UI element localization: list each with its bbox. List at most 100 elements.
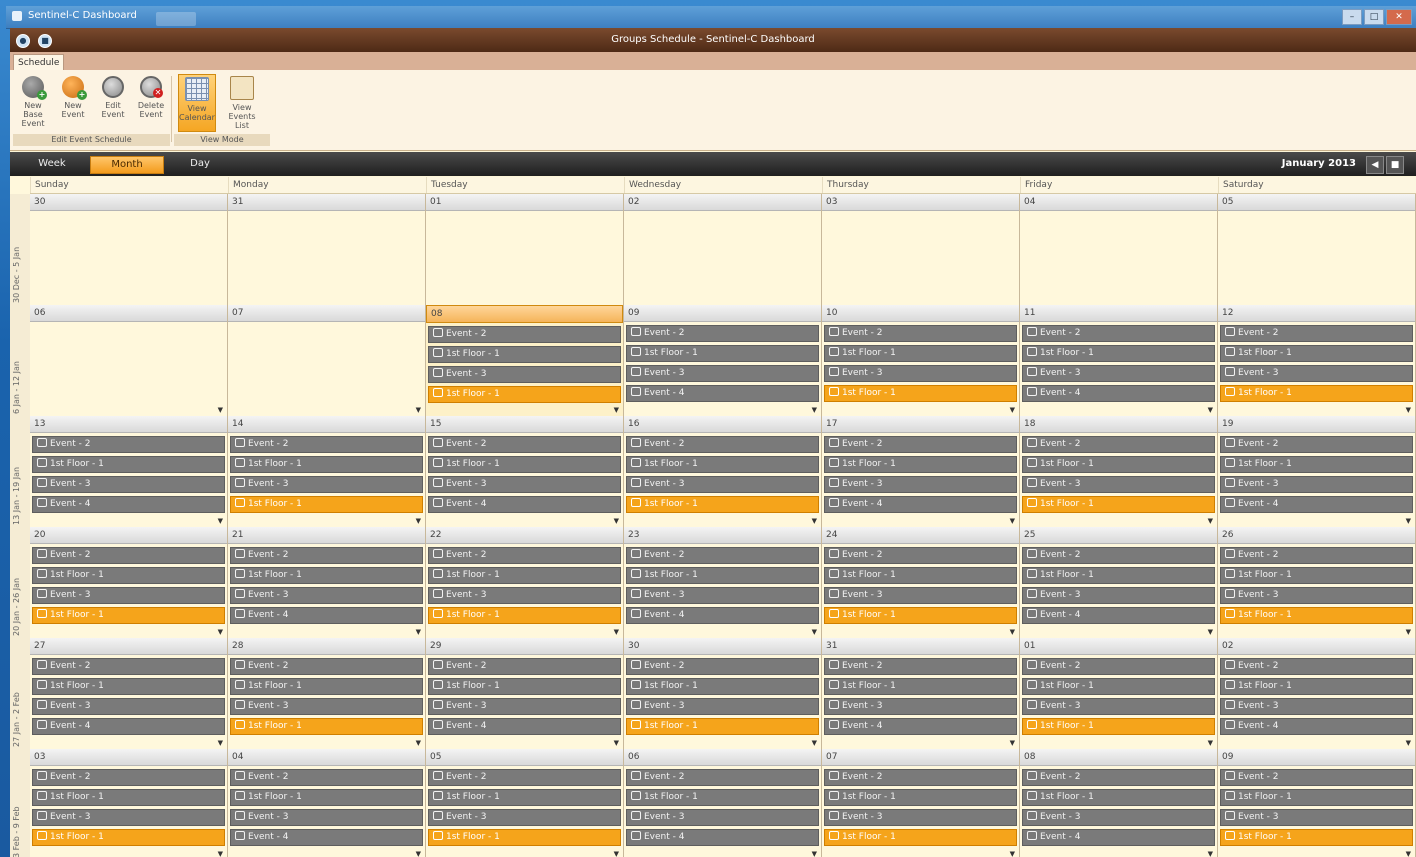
more-events-chevron-down-icon[interactable]: ▼ [1406,850,1411,857]
day-date-header[interactable]: 20 [30,527,227,544]
day-cell[interactable]: 03 [822,194,1020,305]
day-date-header[interactable]: 23 [624,527,821,544]
event-item[interactable]: 1st Floor - 1 [626,718,819,735]
chevron-left-icon[interactable]: ◀ [1366,156,1384,174]
more-events-chevron-down-icon[interactable]: ▼ [1406,628,1411,636]
day-date-header[interactable]: 24 [822,527,1019,544]
event-item[interactable]: 1st Floor - 1 [626,678,819,695]
event-item[interactable]: Event - 2 [1022,658,1215,675]
event-item[interactable]: Event - 2 [824,658,1017,675]
calendar-picker-icon[interactable]: ■ [1386,156,1404,174]
day-cell[interactable]: 30 Event - 2 1st Floor - 1 Event - 3 1st Flo… [624,638,822,749]
event-item[interactable]: Event - 3 [1022,698,1215,715]
more-events-chevron-down-icon[interactable]: ▼ [812,517,817,525]
event-item[interactable]: Event - 3 [428,476,621,493]
more-events-chevron-down-icon[interactable]: ▼ [1010,406,1015,414]
tab-month[interactable]: Month [90,156,164,174]
event-item[interactable]: Event - 2 [32,658,225,675]
event-item[interactable]: 1st Floor - 1 [1220,567,1413,584]
event-item[interactable]: Event - 2 [230,658,423,675]
day-date-header[interactable]: 21 [228,527,425,544]
day-date-header[interactable]: 13 [30,416,227,433]
event-item[interactable]: Event - 2 [230,769,423,786]
event-item[interactable]: 1st Floor - 1 [1022,456,1215,473]
day-cell[interactable]: 28 Event - 2 1st Floor - 1 Event - 3 1st Flo… [228,638,426,749]
day-date-header[interactable]: 02 [624,194,821,211]
more-events-chevron-down-icon[interactable]: ▼ [614,850,619,857]
event-item[interactable]: 1st Floor - 1 [32,829,225,846]
event-item[interactable]: 1st Floor - 1 [1022,496,1215,513]
day-cell[interactable]: 04 Event - 2 1st Floor - 1 Event - 3 Event -… [228,749,426,857]
event-item[interactable]: 1st Floor - 1 [428,346,621,363]
event-item[interactable]: 1st Floor - 1 [230,496,423,513]
day-cell[interactable]: 13 Event - 2 1st Floor - 1 Event - 3 Event -… [30,416,228,527]
more-events-chevron-down-icon[interactable]: ▼ [416,850,421,857]
day-date-header[interactable]: 05 [1218,194,1415,211]
day-cell[interactable]: 18 Event - 2 1st Floor - 1 Event - 3 1st Flo… [1020,416,1218,527]
new-event-button[interactable]: + New Event [55,74,91,130]
event-item[interactable]: 1st Floor - 1 [428,456,621,473]
event-item[interactable]: Event - 3 [1022,587,1215,604]
day-date-header[interactable]: 01 [426,194,623,211]
day-date-header[interactable]: 17 [822,416,1019,433]
event-item[interactable]: Event - 3 [626,809,819,826]
day-cell[interactable]: 08 Event - 2 1st Floor - 1 Event - 3 1st Flo… [426,305,624,416]
event-item[interactable]: 1st Floor - 1 [230,678,423,695]
day-cell[interactable]: 19 Event - 2 1st Floor - 1 Event - 3 Event -… [1218,416,1416,527]
event-item[interactable]: Event - 3 [428,366,621,383]
maximize-icon[interactable]: □ [1364,9,1384,25]
day-date-header[interactable]: 29 [426,638,623,655]
event-item[interactable]: Event - 3 [1022,809,1215,826]
more-events-chevron-down-icon[interactable]: ▼ [1010,850,1015,857]
event-item[interactable]: Event - 4 [626,385,819,402]
day-cell[interactable]: 31 [228,194,426,305]
event-item[interactable]: 1st Floor - 1 [1220,607,1413,624]
event-item[interactable]: Event - 4 [230,607,423,624]
event-item[interactable]: 1st Floor - 1 [824,829,1017,846]
tab-week[interactable]: Week [16,156,88,172]
day-date-header[interactable]: 05 [426,749,623,766]
day-cell[interactable]: 24 Event - 2 1st Floor - 1 Event - 3 1st Flo… [822,527,1020,638]
event-item[interactable]: Event - 2 [626,325,819,342]
event-item[interactable]: Event - 3 [824,365,1017,382]
event-item[interactable]: Event - 2 [230,436,423,453]
minimize-icon[interactable]: – [1342,9,1362,25]
more-events-chevron-down-icon[interactable]: ▼ [1010,739,1015,747]
event-item[interactable]: 1st Floor - 1 [1022,789,1215,806]
day-cell[interactable]: 07 Event - 2 1st Floor - 1 Event - 3 1st Flo… [822,749,1020,857]
event-item[interactable]: Event - 2 [1220,436,1413,453]
day-date-header[interactable]: 14 [228,416,425,433]
more-events-chevron-down-icon[interactable]: ▼ [1208,739,1213,747]
event-item[interactable]: Event - 2 [1220,658,1413,675]
event-item[interactable]: 1st Floor - 1 [428,607,621,624]
event-item[interactable]: Event - 4 [32,718,225,735]
day-date-header[interactable]: 30 [624,638,821,655]
day-cell[interactable]: 20 Event - 2 1st Floor - 1 Event - 3 1st Flo… [30,527,228,638]
day-date-header[interactable]: 15 [426,416,623,433]
event-item[interactable]: Event - 3 [626,365,819,382]
event-item[interactable]: Event - 2 [824,769,1017,786]
more-events-chevron-down-icon[interactable]: ▼ [218,517,223,525]
event-item[interactable]: 1st Floor - 1 [1220,789,1413,806]
day-cell[interactable]: 21 Event - 2 1st Floor - 1 Event - 3 Event -… [228,527,426,638]
event-item[interactable]: Event - 2 [428,326,621,343]
event-item[interactable]: Event - 2 [1220,547,1413,564]
event-item[interactable]: 1st Floor - 1 [824,456,1017,473]
day-date-header[interactable]: 31 [228,194,425,211]
more-events-chevron-down-icon[interactable]: ▼ [218,739,223,747]
event-item[interactable]: 1st Floor - 1 [230,718,423,735]
day-cell[interactable]: 08 Event - 2 1st Floor - 1 Event - 3 Event -… [1020,749,1218,857]
day-date-header[interactable]: 08 [1020,749,1217,766]
day-date-header[interactable]: 11 [1020,305,1217,322]
day-cell[interactable]: 07 ▼ [228,305,426,416]
day-cell[interactable]: 31 Event - 2 1st Floor - 1 Event - 3 Event -… [822,638,1020,749]
day-cell[interactable]: 11 Event - 2 1st Floor - 1 Event - 3 Event -… [1020,305,1218,416]
more-events-chevron-down-icon[interactable]: ▼ [614,406,619,414]
event-item[interactable]: Event - 4 [1022,829,1215,846]
event-item[interactable]: Event - 2 [1220,769,1413,786]
day-date-header[interactable]: 09 [1218,749,1415,766]
event-item[interactable]: Event - 2 [428,769,621,786]
event-item[interactable]: Event - 2 [32,547,225,564]
event-item[interactable]: Event - 3 [824,809,1017,826]
more-events-chevron-down-icon[interactable]: ▼ [1406,406,1411,414]
